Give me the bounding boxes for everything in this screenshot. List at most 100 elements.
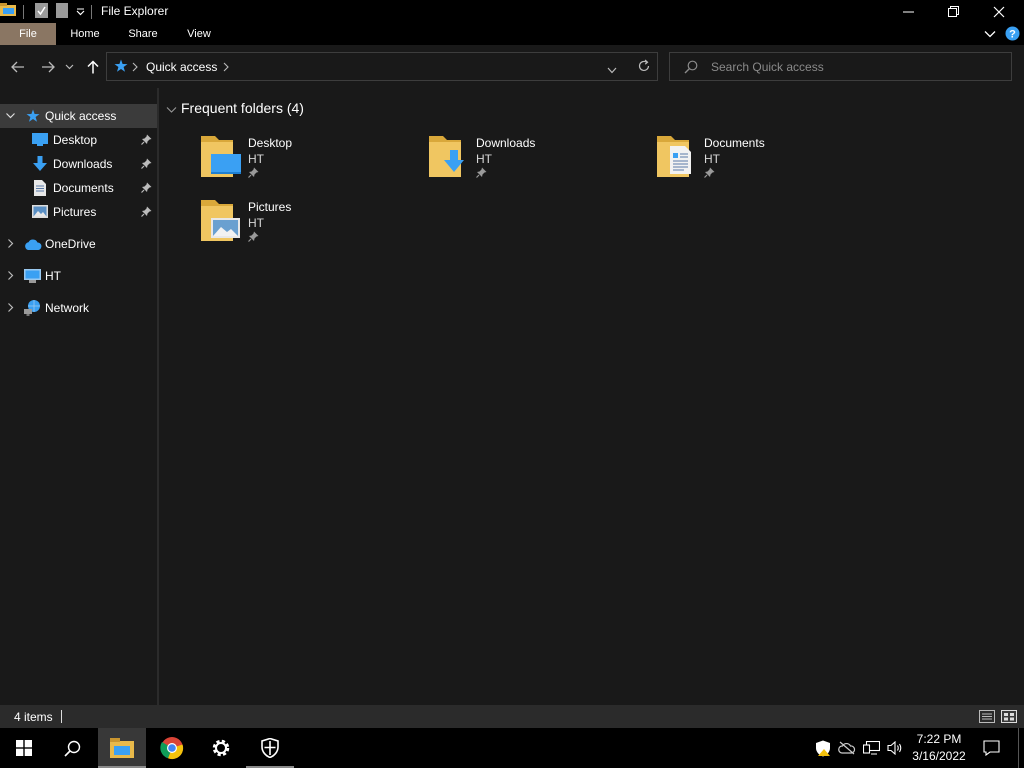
network-wired-icon bbox=[862, 741, 880, 755]
clock-time: 7:22 PM bbox=[916, 732, 962, 746]
taskbar: 7:22 PM 3/16/2022 bbox=[0, 728, 1024, 768]
folder-tile-desktop[interactable]: Desktop HT bbox=[201, 134, 401, 190]
close-icon bbox=[993, 6, 1005, 17]
recent-locations-button[interactable] bbox=[62, 57, 76, 77]
nav-item-documents[interactable]: Documents bbox=[0, 176, 157, 200]
pin-icon bbox=[248, 167, 259, 181]
chevron-right-icon[interactable] bbox=[5, 238, 16, 252]
onedrive-cloud-icon bbox=[24, 239, 42, 253]
network-icon bbox=[24, 300, 41, 319]
taskbar-clock[interactable]: 7:22 PM 3/16/2022 bbox=[904, 731, 974, 765]
close-button[interactable] bbox=[976, 0, 1022, 23]
content-pane: Frequent folders (4) Desktop HT Download… bbox=[159, 88, 1024, 705]
nav-item-quick-access[interactable]: Quick access bbox=[0, 104, 157, 128]
nav-item-desktop[interactable]: Desktop bbox=[0, 128, 157, 152]
back-button[interactable] bbox=[8, 57, 28, 77]
address-history-dropdown[interactable] bbox=[607, 63, 617, 77]
download-arrow-icon bbox=[33, 156, 47, 175]
folder-pictures-icon bbox=[201, 198, 241, 245]
quick-access-star-icon bbox=[26, 109, 40, 126]
chrome-icon bbox=[160, 737, 184, 760]
help-icon: ? bbox=[1005, 26, 1020, 41]
expand-ribbon-button[interactable] bbox=[983, 27, 997, 44]
taskbar-file-explorer[interactable] bbox=[98, 728, 146, 768]
nav-item-pictures[interactable]: Pictures bbox=[0, 200, 157, 224]
breadcrumb-separator-icon bbox=[132, 61, 138, 75]
nav-item-downloads[interactable]: Downloads bbox=[0, 152, 157, 176]
tray-security-button[interactable] bbox=[812, 728, 834, 768]
folder-tile-documents[interactable]: Documents HT bbox=[657, 134, 857, 190]
speaker-icon bbox=[886, 741, 901, 755]
refresh-button[interactable] bbox=[637, 59, 651, 76]
navigation-pane: Quick access Desktop Downloads Documents… bbox=[0, 88, 157, 705]
group-header-frequent-folders[interactable]: Frequent folders (4) bbox=[181, 100, 304, 116]
status-bar: 4 items bbox=[0, 705, 1024, 728]
folder-desktop-icon bbox=[201, 134, 241, 181]
arrow-left-icon bbox=[11, 61, 24, 73]
file-explorer-app-icon[interactable] bbox=[0, 3, 17, 20]
arrow-right-icon bbox=[42, 61, 55, 73]
new-folder-icon[interactable] bbox=[56, 2, 68, 21]
forward-button[interactable] bbox=[38, 57, 58, 77]
properties-icon[interactable] bbox=[35, 2, 48, 21]
pin-icon[interactable] bbox=[141, 182, 152, 196]
show-desktop-button[interactable] bbox=[1018, 728, 1019, 768]
large-icons-view-icon bbox=[1001, 710, 1017, 723]
help-button[interactable]: ? bbox=[1005, 26, 1020, 44]
details-view-icon bbox=[979, 710, 995, 723]
folder-location: HT bbox=[248, 152, 264, 166]
picture-icon bbox=[32, 205, 48, 221]
details-view-button[interactable] bbox=[979, 710, 995, 726]
folder-downloads-icon bbox=[429, 134, 469, 181]
computer-icon bbox=[24, 269, 41, 286]
search-box[interactable]: Search Quick access bbox=[669, 52, 1012, 81]
start-button[interactable] bbox=[0, 728, 48, 768]
action-center-button[interactable] bbox=[978, 728, 1004, 768]
taskbar-windows-security[interactable] bbox=[246, 728, 294, 768]
tab-file[interactable]: File bbox=[0, 23, 56, 45]
nav-label: Network bbox=[45, 301, 90, 315]
chevron-down-icon[interactable] bbox=[5, 110, 16, 124]
svg-text:?: ? bbox=[1009, 29, 1016, 41]
onedrive-offline-icon bbox=[838, 741, 856, 755]
item-count: 4 items bbox=[14, 710, 53, 724]
folder-location: HT bbox=[704, 152, 720, 166]
large-icons-view-button[interactable] bbox=[1001, 710, 1017, 726]
folder-name: Downloads bbox=[476, 136, 536, 150]
breadcrumb-separator-icon[interactable] bbox=[223, 61, 229, 75]
folder-documents-icon bbox=[657, 134, 697, 181]
search-input[interactable]: Search Quick access bbox=[711, 60, 824, 74]
taskbar-chrome[interactable] bbox=[148, 728, 196, 768]
chevron-right-icon[interactable] bbox=[5, 270, 16, 284]
minimize-button[interactable] bbox=[885, 0, 931, 23]
notification-icon bbox=[982, 740, 1000, 756]
search-taskbar-button[interactable] bbox=[48, 728, 96, 768]
tab-view[interactable]: View bbox=[176, 23, 222, 45]
taskbar-settings[interactable] bbox=[197, 728, 245, 768]
nav-label: Pictures bbox=[53, 205, 97, 219]
tab-home[interactable]: Home bbox=[60, 23, 110, 45]
customize-toolbar-chevron-icon[interactable] bbox=[76, 5, 85, 19]
breadcrumb-quick-access[interactable]: Quick access bbox=[146, 60, 217, 74]
ribbon-tabs: File Home Share View ? bbox=[0, 23, 1024, 45]
chevron-down-icon[interactable] bbox=[166, 103, 177, 117]
tray-onedrive-button[interactable] bbox=[836, 728, 858, 768]
tray-volume-button[interactable] bbox=[884, 728, 906, 768]
folder-name: Desktop bbox=[248, 136, 293, 150]
tab-share[interactable]: Share bbox=[118, 23, 168, 45]
nav-item-network[interactable]: Network bbox=[0, 296, 157, 320]
pin-icon[interactable] bbox=[141, 206, 152, 220]
restore-button[interactable] bbox=[930, 0, 976, 23]
folder-tile-pictures[interactable]: Pictures HT bbox=[201, 198, 401, 254]
nav-item-onedrive[interactable]: OneDrive bbox=[0, 232, 157, 256]
up-button[interactable] bbox=[83, 57, 103, 77]
pin-icon[interactable] bbox=[141, 134, 152, 148]
nav-item-this-pc[interactable]: HT bbox=[0, 264, 157, 288]
chevron-right-icon[interactable] bbox=[5, 302, 16, 316]
nav-label: OneDrive bbox=[45, 237, 96, 251]
pin-icon[interactable] bbox=[141, 158, 152, 172]
tray-network-button[interactable] bbox=[860, 728, 882, 768]
address-bar[interactable]: Quick access bbox=[106, 52, 658, 81]
folder-tile-downloads[interactable]: Downloads HT bbox=[429, 134, 629, 190]
pin-icon bbox=[476, 167, 487, 181]
